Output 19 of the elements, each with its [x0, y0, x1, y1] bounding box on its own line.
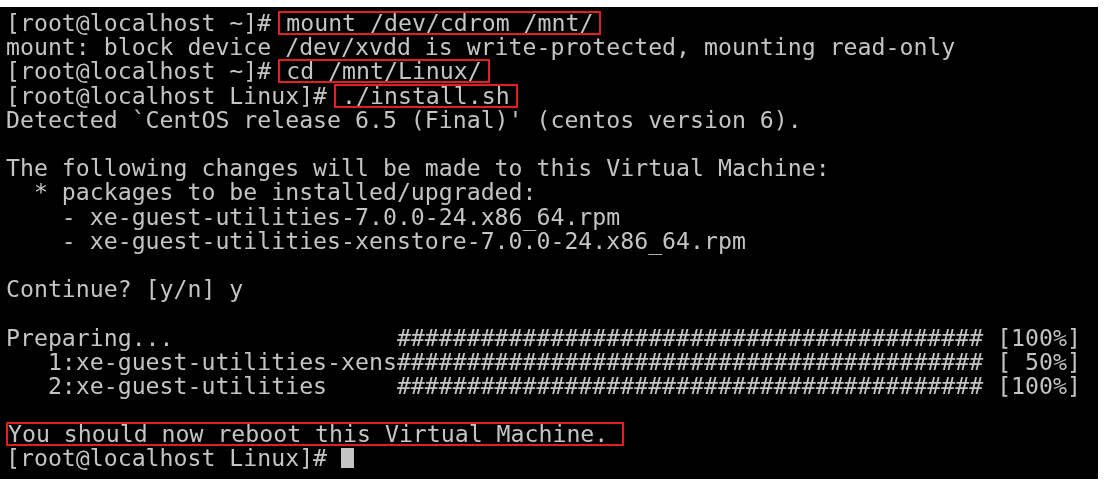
progress-hashes: ##########################################: [396, 326, 984, 349]
output-text: mount: block device /dev/xvdd is write-protected, mounting read-only: [6, 36, 956, 59]
output-text: Continue? [y/n] y: [6, 278, 244, 301]
shell-prompt: [root@localhost Linux]#: [6, 447, 328, 470]
progress-hashes: ##########################################: [396, 374, 984, 397]
progress-percent: [ 50%]: [997, 350, 1081, 373]
shell-prompt: [root@localhost ~]#: [6, 12, 272, 35]
progress-hashes: ##########################################: [396, 350, 984, 373]
progress-percent: [100%]: [997, 326, 1081, 349]
shell-prompt: [root@localhost ~]#: [6, 60, 272, 83]
output-text: * packages to be installed/upgraded:: [32, 181, 537, 204]
command-text: cd /mnt/Linux/: [278, 59, 490, 84]
package-name: Preparing...: [6, 326, 174, 349]
output-text: Detected `CentOS release 6.5 (Final)' (centos version 6).: [6, 108, 802, 131]
progress-percent: [100%]: [997, 374, 1081, 397]
command-text: mount /dev/cdrom /mnt/: [278, 11, 602, 36]
shell-prompt: [root@localhost Linux]#: [6, 84, 328, 107]
output-text: You should now reboot this Virtual Machine.: [6, 422, 625, 447]
command-text: ./install.sh: [334, 83, 518, 108]
